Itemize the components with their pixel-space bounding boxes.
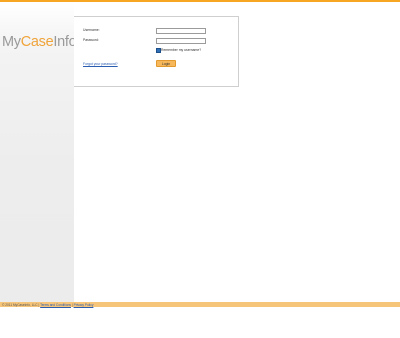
logo-prefix: My <box>2 34 21 50</box>
mycaseinfo-logo: MyCaseInfo® <box>2 34 79 50</box>
footer-separator: | <box>71 302 73 307</box>
username-input[interactable] <box>156 28 206 34</box>
logo-case: Case <box>20 34 54 50</box>
password-label: Password: <box>83 38 99 42</box>
forgot-password-link[interactable]: Forgot your password? <box>83 62 118 66</box>
privacy-link[interactable]: Privacy Policy <box>74 303 94 307</box>
login-panel: Username: Password: Remember my username… <box>74 16 239 87</box>
logo-suffix: Info <box>53 34 77 50</box>
footer-text: © 2011 MyCaseInfo, LLC | Terms and Condi… <box>2 303 93 307</box>
remember-label: Remember my username? <box>161 48 202 52</box>
username-label: Username: <box>83 28 100 32</box>
copyright-text: © 2011 MyCaseInfo, LLC | <box>2 302 40 307</box>
footer: © 2011 MyCaseInfo, LLC | Terms and Condi… <box>0 302 400 307</box>
password-input[interactable] <box>156 38 206 44</box>
terms-link[interactable]: Terms and Conditions <box>40 303 71 307</box>
login-button[interactable]: Login <box>156 60 176 67</box>
